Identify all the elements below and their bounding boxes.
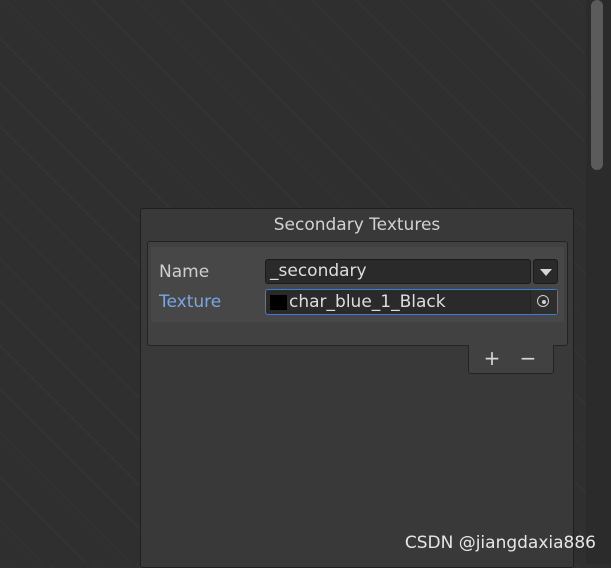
list-item[interactable]: Name _secondary Texture char_blue_1_Blac… bbox=[151, 247, 564, 322]
add-item-button[interactable]: + bbox=[475, 345, 509, 371]
texture-row: Texture char_blue_1_Black bbox=[159, 289, 564, 315]
remove-item-button[interactable]: − bbox=[511, 345, 545, 371]
texture-label: Texture bbox=[159, 292, 222, 312]
texture-object-field[interactable]: char_blue_1_Black bbox=[265, 289, 558, 315]
picker-dot-icon bbox=[541, 299, 546, 304]
secondary-textures-list: Name _secondary Texture char_blue_1_Blac… bbox=[147, 241, 568, 346]
secondary-textures-panel: Secondary Textures Name _secondary Textu… bbox=[140, 208, 574, 568]
object-picker-button[interactable] bbox=[530, 290, 557, 314]
panel-title: Secondary Textures bbox=[273, 215, 441, 235]
name-field[interactable]: _secondary bbox=[265, 259, 531, 284]
vertical-scrollbar[interactable] bbox=[586, 0, 611, 564]
watermark: CSDN @jiangdaxia886 bbox=[404, 533, 596, 553]
chevron-down-icon bbox=[540, 269, 552, 276]
texture-swatch-icon bbox=[270, 295, 287, 310]
name-dropdown-button[interactable] bbox=[533, 259, 558, 284]
name-row: Name _secondary bbox=[159, 259, 564, 285]
name-label: Name bbox=[159, 262, 210, 282]
texture-value: char_blue_1_Black bbox=[289, 292, 446, 312]
scrollbar-thumb[interactable] bbox=[591, 0, 603, 170]
list-footer: + − bbox=[468, 345, 554, 374]
